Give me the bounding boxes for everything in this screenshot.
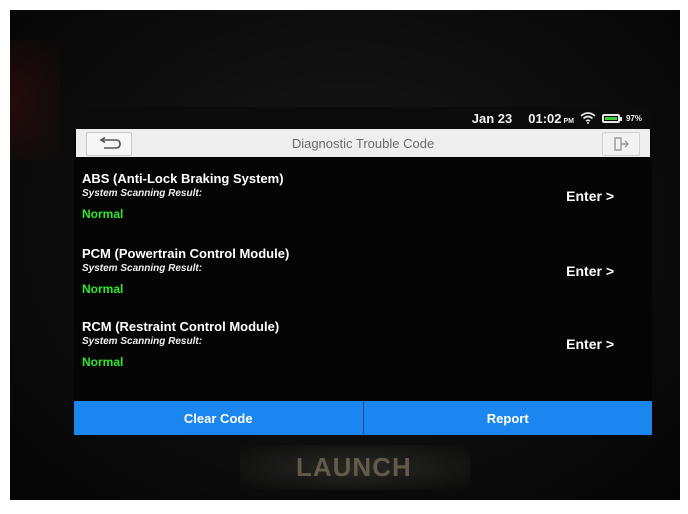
battery-icon bbox=[601, 113, 622, 123]
scan-result-value: Normal bbox=[82, 355, 124, 369]
status-bar: Jan 23 01:02 PM 97% bbox=[74, 107, 652, 129]
status-date: Jan 23 bbox=[471, 110, 513, 126]
enter-button[interactable]: Enter > bbox=[566, 263, 614, 279]
system-name: PCM (Powertrain Control Module) bbox=[82, 246, 290, 261]
wifi-icon bbox=[580, 112, 596, 124]
report-button[interactable]: Report bbox=[363, 401, 652, 435]
page-title: Diagnostic Trouble Code bbox=[291, 135, 435, 151]
system-name: RCM (Restraint Control Module) bbox=[82, 319, 280, 334]
action-bar: Clear Code Report bbox=[74, 401, 652, 435]
battery-percent: 97% bbox=[625, 113, 642, 123]
battery-fill bbox=[604, 116, 617, 120]
brand-logo: LAUNCH bbox=[296, 452, 412, 482]
list-item-pcm: PCM (Powertrain Control Module) System S… bbox=[74, 246, 652, 316]
back-button[interactable] bbox=[86, 132, 132, 156]
light-glare bbox=[10, 40, 60, 160]
enter-button[interactable]: Enter > bbox=[566, 336, 614, 352]
system-name: ABS (Anti-Lock Braking System) bbox=[82, 171, 284, 186]
scan-result-value: Normal bbox=[82, 282, 124, 296]
status-time: 01:02 PM bbox=[528, 111, 574, 126]
screen: Jan 23 01:02 PM 97% Diagnostic Trouble Co… bbox=[74, 107, 652, 435]
scan-result-label: System Scanning Result: bbox=[82, 188, 203, 199]
enter-button[interactable]: Enter > bbox=[566, 188, 614, 204]
back-arrow-icon bbox=[99, 137, 121, 149]
scan-result-label: System Scanning Result: bbox=[82, 336, 203, 347]
title-bar: Diagnostic Trouble Code bbox=[76, 129, 650, 157]
list-item-rcm: RCM (Restraint Control Module) System Sc… bbox=[74, 319, 652, 389]
exit-button[interactable] bbox=[602, 132, 640, 156]
scan-result-label: System Scanning Result: bbox=[82, 263, 203, 274]
scan-result-value: Normal bbox=[82, 207, 124, 221]
status-ampm: PM bbox=[563, 117, 574, 125]
list-item-abs: ABS (Anti-Lock Braking System) System Sc… bbox=[74, 171, 652, 241]
exit-icon bbox=[614, 137, 629, 151]
clear-code-button[interactable]: Clear Code bbox=[74, 401, 364, 435]
status-time-value: 01:02 bbox=[528, 110, 562, 126]
